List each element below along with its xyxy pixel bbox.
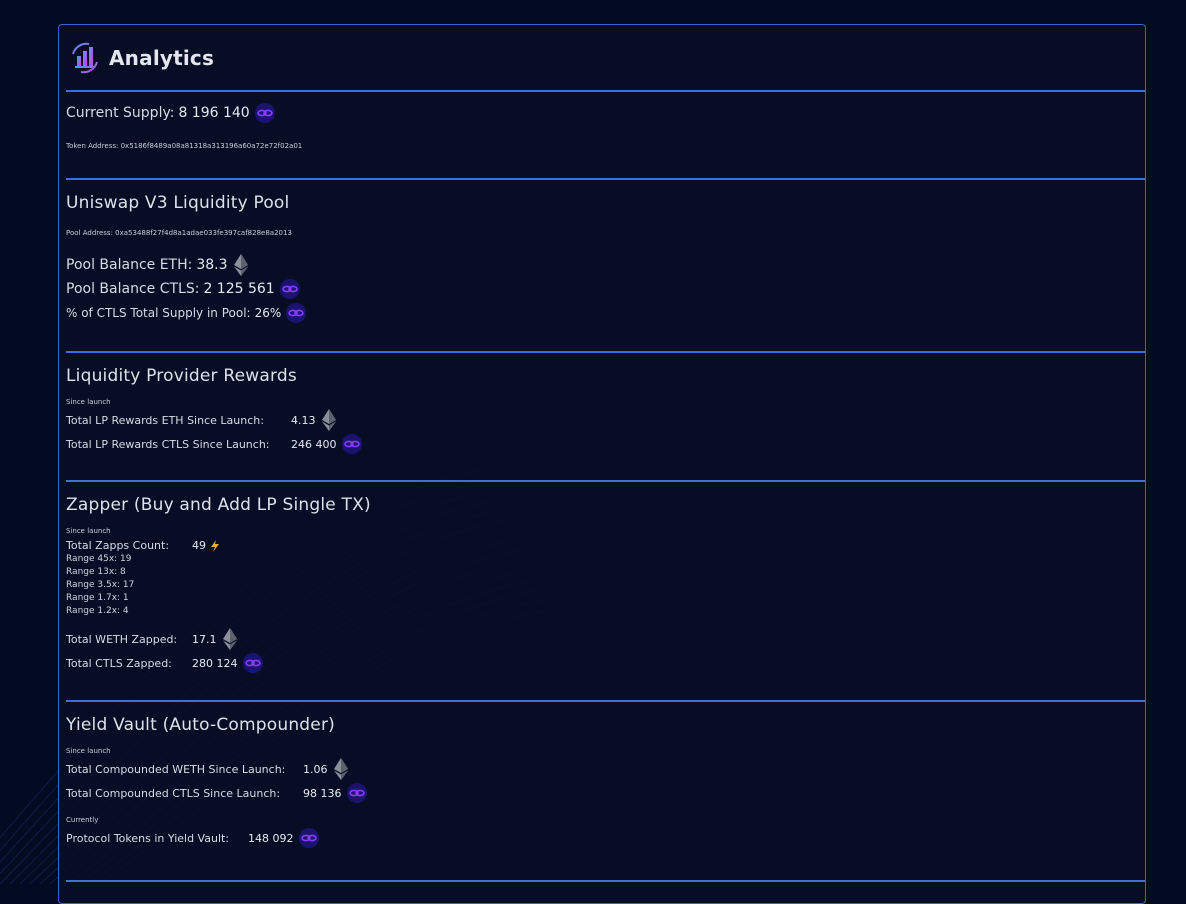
eth-icon: [222, 628, 237, 650]
weth-zapped-value: 17.1: [192, 632, 217, 646]
ctls-zapped-label: Total CTLS Zapped:: [66, 656, 172, 670]
analytics-panel: Analytics Current Supply: 8 196 140 Toke…: [58, 24, 1146, 904]
lp-rewards-section: Liquidity Provider Rewards Since launch …: [66, 351, 1145, 480]
compounded-weth-value: 1.06: [303, 762, 328, 776]
range-item: Range 13x: 8: [66, 567, 126, 577]
zapper-ranges: Range 45x: 19 Range 13x: 8 Range 3.5x: 1…: [66, 553, 1145, 618]
since-launch-label: Since launch: [66, 527, 111, 535]
page-title: Analytics: [109, 45, 215, 70]
ctls-token-icon: [254, 103, 275, 123]
pool-balance-ctls-label: Pool Balance CTLS:: [66, 281, 200, 297]
compounded-weth-label: Total Compounded WETH Since Launch:: [66, 762, 286, 776]
eth-icon: [233, 254, 248, 276]
supply-section: Current Supply: 8 196 140 Token Address:…: [66, 90, 1145, 178]
range-item: Range 1.2x: 4: [66, 606, 129, 616]
ctls-token-icon: [279, 279, 300, 299]
compounded-ctls-value: 98 136: [303, 786, 342, 800]
ctls-token-icon: [341, 434, 362, 454]
lp-rewards-ctls-label: Total LP Rewards CTLS Since Launch:: [66, 437, 270, 451]
lightning-icon: [211, 539, 219, 552]
pool-pct-label: % of CTLS Total Supply in Pool:: [66, 306, 251, 320]
yield-vault-title: Yield Vault (Auto-Compounder): [66, 715, 335, 735]
uniswap-title: Uniswap V3 Liquidity Pool: [66, 193, 290, 213]
ctls-token-icon: [346, 783, 367, 803]
ctls-zapped-value: 280 124: [192, 656, 238, 670]
since-launch-label: Since launch: [66, 747, 111, 755]
zapper-section: Zapper (Buy and Add LP Single TX) Since …: [66, 480, 1145, 700]
eth-icon: [321, 409, 336, 431]
zapper-title: Zapper (Buy and Add LP Single TX): [66, 495, 371, 515]
compounded-ctls-label: Total Compounded CTLS Since Launch:: [66, 786, 281, 800]
lp-rewards-eth-value: 4.13: [291, 413, 316, 427]
pool-balance-eth-label: Pool Balance ETH:: [66, 257, 193, 273]
lp-rewards-ctls-value: 246 400: [291, 437, 337, 451]
vault-tokens-label: Protocol Tokens in Yield Vault:: [66, 831, 230, 845]
lp-rewards-eth-label: Total LP Rewards ETH Since Launch:: [66, 413, 264, 427]
current-supply-label: Current Supply:: [66, 105, 175, 121]
eth-icon: [333, 758, 348, 780]
zapps-count-label: Total Zapps Count:: [66, 539, 170, 552]
ctls-token-icon: [286, 303, 307, 323]
lp-rewards-title: Liquidity Provider Rewards: [66, 366, 297, 386]
panel-header: Analytics: [59, 25, 1145, 90]
since-launch-label: Since launch: [66, 398, 111, 406]
currently-label: Currently: [66, 816, 99, 824]
pool-balance-ctls-value: 2 125 561: [203, 281, 275, 297]
ctls-token-icon: [242, 653, 263, 673]
pool-address: Pool Address: 0xa53488f27f4d8a1adae033fe…: [66, 229, 292, 237]
next-section-divider: [66, 880, 1145, 892]
yield-vault-section: Yield Vault (Auto-Compounder) Since laun…: [66, 700, 1145, 880]
analytics-chart-icon: [72, 42, 98, 73]
pool-balance-eth-value: 38.3: [196, 257, 228, 273]
ctls-token-icon: [298, 828, 319, 848]
uniswap-section: Uniswap V3 Liquidity Pool Pool Address: …: [66, 178, 1145, 351]
range-item: Range 1.7x: 1: [66, 593, 129, 603]
range-item: Range 45x: 19: [66, 554, 132, 564]
range-item: Range 3.5x: 17: [66, 580, 135, 590]
zapps-count-value: 49: [192, 539, 206, 552]
weth-zapped-label: Total WETH Zapped:: [66, 632, 178, 646]
pool-pct-value: 26%: [254, 306, 282, 320]
vault-tokens-value: 148 092: [248, 831, 294, 845]
current-supply-value: 8 196 140: [178, 105, 250, 121]
token-address: Token Address: 0x5186f8489a08a81318a3131…: [66, 142, 303, 150]
